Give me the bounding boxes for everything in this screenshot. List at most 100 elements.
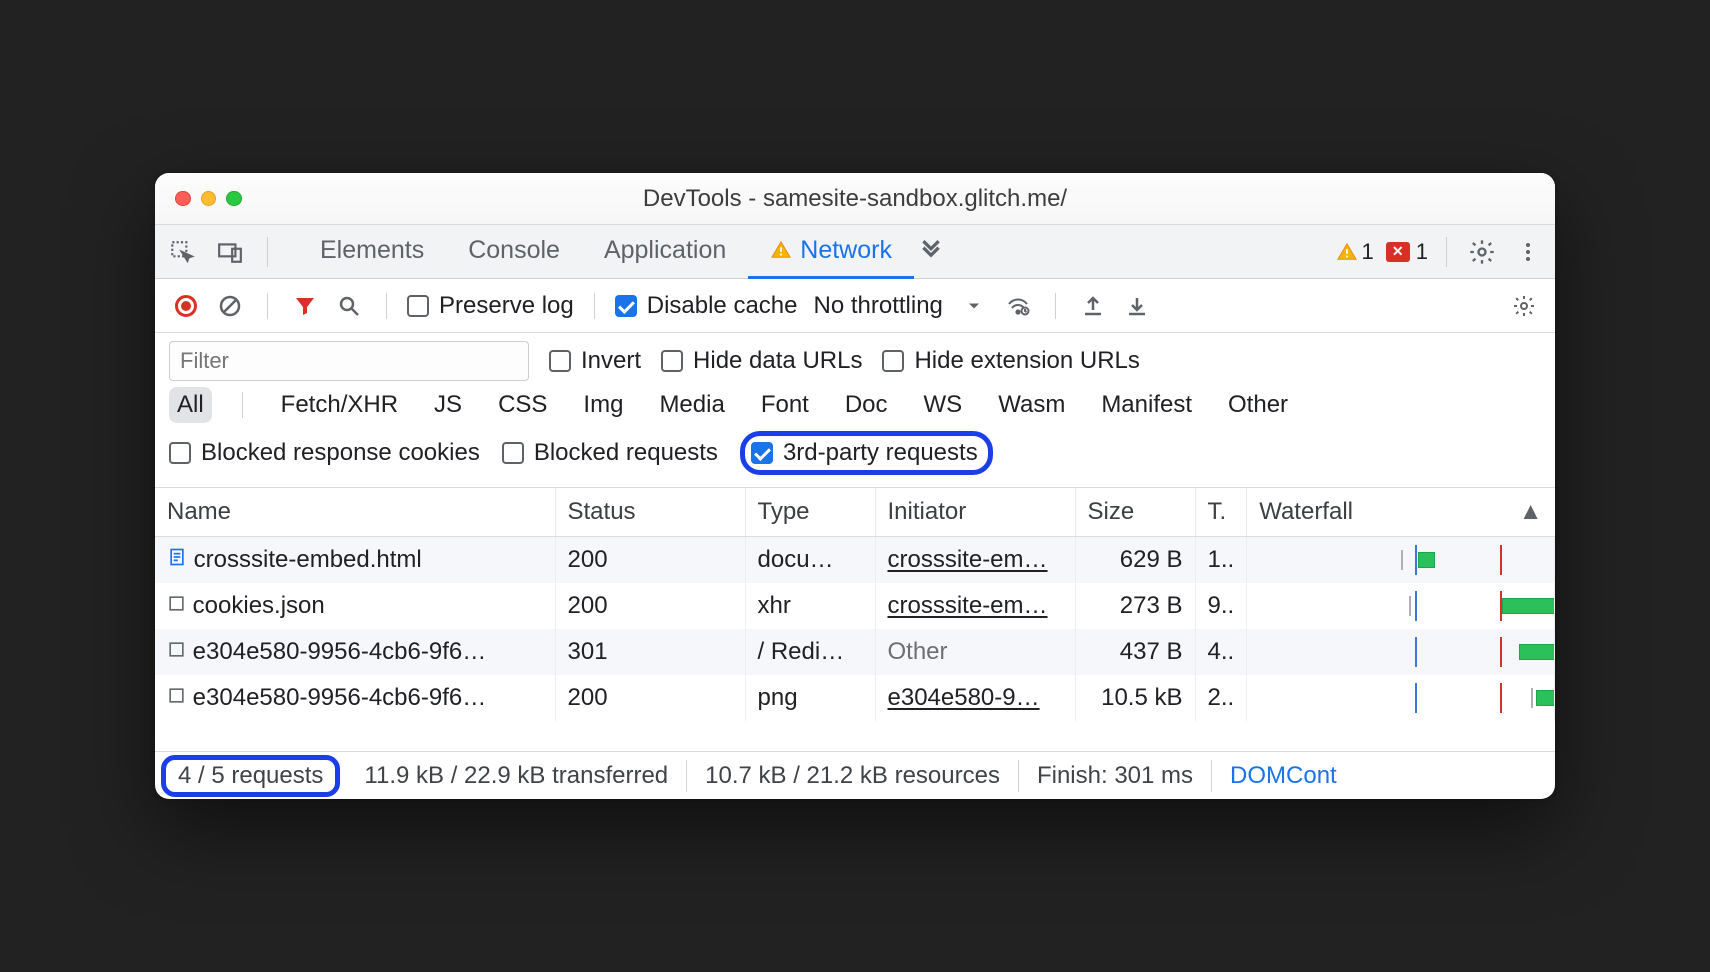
hide-data-urls-checkbox[interactable]: Hide data URLs bbox=[661, 347, 862, 375]
domcontentloaded-link[interactable]: DOMCont bbox=[1212, 760, 1355, 792]
issues-warning-badge[interactable]: 1 bbox=[1336, 239, 1374, 265]
request-waterfall bbox=[1247, 583, 1555, 629]
request-waterfall bbox=[1247, 629, 1555, 675]
table-row[interactable]: cookies.json 200xhrcrosssite-em…273 B9.. bbox=[155, 583, 1555, 629]
type-doc[interactable]: Doc bbox=[837, 387, 896, 423]
type-css[interactable]: CSS bbox=[490, 387, 555, 423]
blocked-response-cookies-checkbox[interactable]: Blocked response cookies bbox=[169, 439, 480, 467]
search-icon[interactable] bbox=[332, 289, 366, 323]
request-name: cookies.json bbox=[193, 592, 325, 619]
table-row[interactable]: e304e580-9956-4cb6-9f6…301/ Redi…Other43… bbox=[155, 629, 1555, 675]
extra-filters-row: Blocked response cookies Blocked request… bbox=[155, 431, 1555, 488]
more-menu-icon[interactable] bbox=[1511, 235, 1545, 269]
type-js[interactable]: JS bbox=[426, 387, 470, 423]
record-button-icon[interactable] bbox=[169, 289, 203, 323]
status-bar: 4 / 5 requests 11.9 kB / 22.9 kB transfe… bbox=[155, 751, 1555, 799]
hide-extension-urls-checkbox[interactable]: Hide extension URLs bbox=[882, 347, 1139, 375]
network-requests-table: Name Status Type Initiator Size T. Water… bbox=[155, 488, 1555, 721]
titlebar: DevTools - samesite-sandbox.glitch.me/ bbox=[155, 173, 1555, 225]
header-initiator[interactable]: Initiator bbox=[875, 488, 1075, 537]
network-conditions-icon[interactable] bbox=[1001, 289, 1035, 323]
finish-time: Finish: 301 ms bbox=[1019, 760, 1212, 792]
header-waterfall[interactable]: Waterfall▲ bbox=[1247, 488, 1555, 537]
header-type[interactable]: Type bbox=[745, 488, 875, 537]
type-ws[interactable]: WS bbox=[916, 387, 971, 423]
type-other[interactable]: Other bbox=[1220, 387, 1296, 423]
request-time: 1.. bbox=[1195, 537, 1247, 584]
request-name: e304e580-9956-4cb6-9f6… bbox=[193, 638, 487, 665]
import-har-icon[interactable] bbox=[1120, 289, 1154, 323]
table-row[interactable]: e304e580-9956-4cb6-9f6… 200pnge304e580-9…… bbox=[155, 675, 1555, 721]
invert-checkbox[interactable]: Invert bbox=[549, 347, 641, 375]
export-har-icon[interactable] bbox=[1076, 289, 1110, 323]
request-status: 200 bbox=[555, 537, 745, 584]
header-status[interactable]: Status bbox=[555, 488, 745, 537]
filter-funnel-icon[interactable] bbox=[288, 289, 322, 323]
type-font[interactable]: Font bbox=[753, 387, 817, 423]
table-row[interactable]: crosssite-embed.html 200docu…crosssite-em… bbox=[155, 537, 1555, 584]
blocked-requests-checkbox[interactable]: Blocked requests bbox=[502, 439, 718, 467]
preserve-log-checkbox[interactable]: Preserve log bbox=[407, 292, 574, 320]
device-toolbar-icon[interactable] bbox=[213, 235, 247, 269]
requests-count: 4 / 5 requests bbox=[178, 762, 323, 789]
request-size: 273 B bbox=[1075, 583, 1195, 629]
disable-cache-checkbox[interactable]: Disable cache bbox=[615, 292, 798, 320]
tab-network[interactable]: Network bbox=[748, 225, 914, 279]
clear-button-icon[interactable] bbox=[213, 289, 247, 323]
request-size: 629 B bbox=[1075, 537, 1195, 584]
request-initiator[interactable]: e304e580-9… bbox=[875, 675, 1075, 721]
settings-gear-icon[interactable] bbox=[1465, 235, 1499, 269]
request-time: 4.. bbox=[1195, 629, 1247, 675]
request-type: xhr bbox=[745, 583, 875, 629]
request-status: 200 bbox=[555, 675, 745, 721]
request-type: docu… bbox=[745, 537, 875, 584]
file-icon bbox=[167, 638, 186, 665]
request-waterfall bbox=[1247, 537, 1555, 584]
request-status: 200 bbox=[555, 583, 745, 629]
type-media[interactable]: Media bbox=[651, 387, 732, 423]
network-toolbar: Preserve log Disable cache No throttling bbox=[155, 279, 1555, 333]
tab-elements[interactable]: Elements bbox=[298, 225, 446, 279]
request-name: e304e580-9956-4cb6-9f6… bbox=[193, 684, 487, 711]
third-party-requests-highlight: 3rd-party requests bbox=[740, 431, 993, 475]
type-wasm[interactable]: Wasm bbox=[990, 387, 1073, 423]
requests-count-highlight: 4 / 5 requests bbox=[161, 755, 340, 797]
request-name: crosssite-embed.html bbox=[194, 546, 422, 573]
request-time: 2.. bbox=[1195, 675, 1247, 721]
request-initiator[interactable]: Other bbox=[875, 629, 1075, 675]
header-size[interactable]: Size bbox=[1075, 488, 1195, 537]
type-img[interactable]: Img bbox=[575, 387, 631, 423]
type-fetch[interactable]: Fetch/XHR bbox=[273, 387, 406, 423]
type-all[interactable]: All bbox=[169, 387, 212, 423]
inspect-element-icon[interactable] bbox=[165, 235, 199, 269]
file-icon bbox=[167, 546, 187, 573]
type-manifest[interactable]: Manifest bbox=[1093, 387, 1200, 423]
request-status: 301 bbox=[555, 629, 745, 675]
tab-application[interactable]: Application bbox=[582, 225, 748, 279]
filter-input[interactable] bbox=[169, 341, 529, 381]
transferred-size: 11.9 kB / 22.9 kB transferred bbox=[346, 760, 687, 792]
devtools-window: DevTools - samesite-sandbox.glitch.me/ E… bbox=[155, 173, 1555, 799]
request-time: 9.. bbox=[1195, 583, 1247, 629]
resources-size: 10.7 kB / 21.2 kB resources bbox=[687, 760, 1019, 792]
third-party-requests-checkbox[interactable]: 3rd-party requests bbox=[751, 439, 978, 467]
tabs-overflow-icon[interactable] bbox=[914, 235, 948, 269]
request-initiator[interactable]: crosssite-em… bbox=[875, 537, 1075, 584]
filter-row: Invert Hide data URLs Hide extension URL… bbox=[155, 333, 1555, 383]
request-size: 10.5 kB bbox=[1075, 675, 1195, 721]
chevron-down-icon bbox=[957, 296, 991, 316]
window-title: DevTools - samesite-sandbox.glitch.me/ bbox=[155, 185, 1555, 213]
separator bbox=[267, 237, 268, 267]
tab-console[interactable]: Console bbox=[446, 225, 582, 279]
panel-settings-gear-icon[interactable] bbox=[1507, 289, 1541, 323]
throttling-dropdown[interactable]: No throttling bbox=[813, 292, 990, 320]
request-initiator[interactable]: crosssite-em… bbox=[875, 583, 1075, 629]
request-waterfall bbox=[1247, 675, 1555, 721]
file-icon bbox=[167, 684, 186, 711]
resource-type-filter: All Fetch/XHR JS CSS Img Media Font Doc … bbox=[155, 383, 1555, 431]
errors-badge[interactable]: ✕ 1 bbox=[1386, 239, 1428, 265]
file-icon bbox=[167, 592, 186, 619]
header-name[interactable]: Name bbox=[155, 488, 555, 537]
header-time[interactable]: T. bbox=[1195, 488, 1247, 537]
request-type: png bbox=[745, 675, 875, 721]
